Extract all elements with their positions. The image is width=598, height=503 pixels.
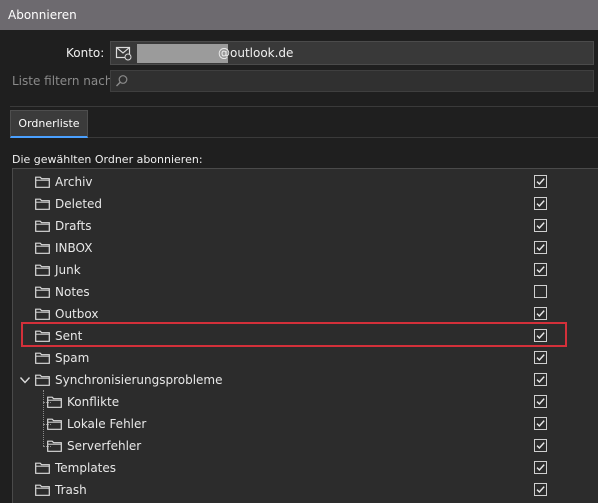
folder-icon: [35, 462, 50, 477]
subscribe-checkbox[interactable]: [534, 263, 547, 276]
subscribe-checkbox[interactable]: [534, 285, 547, 298]
folder-name: Outbox: [55, 307, 99, 321]
folder-row[interactable]: Outbox: [13, 303, 598, 325]
folder-row[interactable]: Junk: [13, 259, 598, 281]
separator: [10, 106, 598, 107]
subscribe-checkbox[interactable]: [534, 351, 547, 364]
folder-row[interactable]: Deleted: [13, 193, 598, 215]
filter-label: Liste filtern nach:: [12, 74, 117, 88]
folder-name: Trash: [55, 483, 87, 497]
folder-row[interactable]: Templates: [13, 457, 598, 479]
folder-tree[interactable]: Archiv Deleted Drafts INBOX Junk Notes Outbox S…: [12, 168, 598, 503]
folder-row[interactable]: Lokale Fehler: [13, 413, 598, 435]
folder-name: Konflikte: [67, 395, 120, 409]
subscribe-checkbox[interactable]: [534, 329, 547, 342]
subscribe-checkbox[interactable]: [534, 307, 547, 320]
folder-row[interactable]: Archiv: [13, 171, 598, 193]
chevron-down-icon[interactable]: [19, 374, 31, 388]
folder-row[interactable]: Trash: [13, 479, 598, 501]
filter-input[interactable]: [110, 70, 594, 92]
tab-label: Ordnerliste: [18, 117, 80, 130]
folder-name: Drafts: [55, 219, 92, 233]
folder-row[interactable]: Notes: [13, 281, 598, 303]
folder-icon: [35, 264, 50, 279]
subscribe-checkbox[interactable]: [534, 395, 547, 408]
redacted-username: [137, 44, 228, 63]
folder-icon: [35, 242, 50, 257]
folder-row[interactable]: Serverfehler: [13, 435, 598, 457]
folder-icon: [35, 374, 50, 389]
subscribe-checkbox[interactable]: [534, 417, 547, 430]
folder-icon: [35, 220, 50, 235]
subscribe-checkbox[interactable]: [534, 439, 547, 452]
subscribe-checkbox[interactable]: [534, 483, 547, 496]
folder-icon: [35, 352, 50, 367]
folder-row[interactable]: Sent: [13, 325, 598, 347]
tab-baseline: [88, 137, 598, 138]
instruction-text: Die gewählten Ordner abonnieren:: [12, 153, 203, 166]
subscribe-checkbox[interactable]: [534, 373, 547, 386]
folder-name: Spam: [55, 351, 90, 365]
folder-icon: [47, 396, 62, 411]
account-email: @outlook.de: [218, 46, 294, 60]
window-titlebar: Abonnieren: [0, 0, 598, 30]
subscribe-checkbox[interactable]: [534, 219, 547, 232]
folder-name: Synchronisierungsprobleme: [55, 373, 223, 387]
mail-account-icon: [115, 45, 133, 61]
folder-name: Junk: [55, 263, 81, 277]
folder-name: Notes: [55, 285, 90, 299]
subscribe-checkbox[interactable]: [534, 461, 547, 474]
folder-name: Sent: [55, 329, 83, 343]
tab-folder-list[interactable]: Ordnerliste: [10, 110, 88, 138]
folder-icon: [35, 330, 50, 345]
search-icon: [115, 74, 129, 91]
folder-name: Deleted: [55, 197, 103, 211]
window-title: Abonnieren: [8, 8, 77, 22]
folder-name: Serverfehler: [67, 439, 142, 453]
folder-row[interactable]: Spam: [13, 347, 598, 369]
folder-icon: [35, 308, 50, 323]
folder-name: Templates: [55, 461, 117, 475]
folder-icon: [35, 286, 50, 301]
folder-name: Archiv: [55, 175, 93, 189]
folder-row[interactable]: INBOX: [13, 237, 598, 259]
folder-name: INBOX: [55, 241, 93, 255]
folder-name: Lokale Fehler: [67, 417, 147, 431]
subscribe-checkbox[interactable]: [534, 241, 547, 254]
subscribe-checkbox[interactable]: [534, 175, 547, 188]
folder-icon: [35, 484, 50, 499]
folder-row[interactable]: Drafts: [13, 215, 598, 237]
folder-icon: [35, 198, 50, 213]
account-select[interactable]: @outlook.de: [110, 41, 594, 65]
folder-icon: [47, 440, 62, 455]
account-label: Konto:: [66, 46, 105, 60]
folder-icon: [35, 176, 50, 191]
folder-icon: [47, 418, 62, 433]
folder-row[interactable]: Konflikte: [13, 391, 598, 413]
folder-row[interactable]: Synchronisierungsprobleme: [13, 369, 598, 391]
subscribe-checkbox[interactable]: [534, 197, 547, 210]
